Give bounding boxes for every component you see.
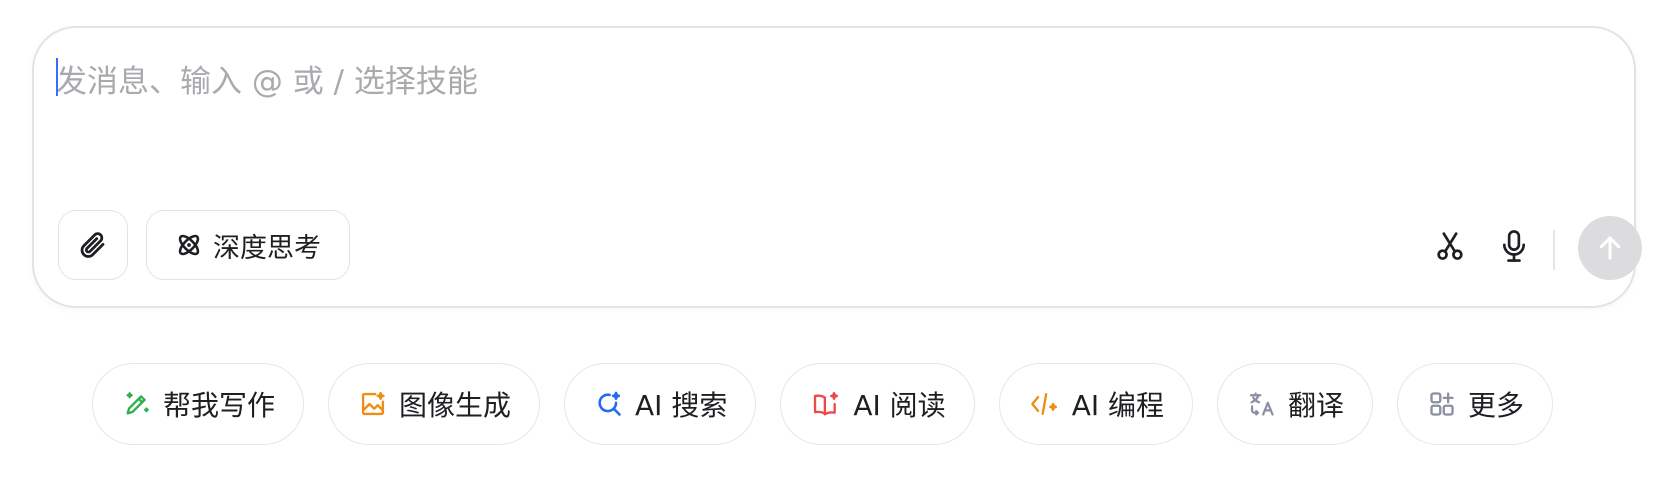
atom-icon bbox=[178, 234, 200, 256]
chip-more[interactable]: 更多 bbox=[1397, 363, 1554, 445]
chip-label: 更多 bbox=[1468, 389, 1525, 422]
skill-chips: 帮我写作 图像生成 AI 搜索 AI 阅读 AI 编程 翻译 更多 bbox=[92, 363, 1554, 445]
deep-think-label: 深度思考 bbox=[213, 232, 321, 264]
message-composer: 深度思考 bbox=[32, 26, 1642, 308]
message-input[interactable] bbox=[56, 56, 1556, 196]
grid-plus-icon bbox=[1430, 392, 1454, 416]
chip-ai-coding[interactable]: AI 编程 bbox=[998, 363, 1194, 445]
toolbar-divider bbox=[1553, 230, 1555, 270]
attach-button[interactable] bbox=[58, 210, 128, 280]
image-sparkle-icon bbox=[361, 391, 385, 416]
arrow-up-icon bbox=[1599, 236, 1621, 260]
chip-label: 翻译 bbox=[1288, 389, 1345, 422]
pen-sparkle-icon bbox=[126, 392, 149, 415]
chip-label: AI 阅读 bbox=[853, 389, 946, 422]
chip-label: 帮我写作 bbox=[163, 389, 276, 422]
microphone-icon bbox=[1502, 230, 1526, 262]
chip-label: AI 编程 bbox=[1071, 389, 1165, 422]
chip-label: AI 搜索 bbox=[635, 389, 728, 422]
chip-ai-reading[interactable]: AI 阅读 bbox=[780, 363, 975, 445]
paperclip-icon bbox=[80, 232, 105, 258]
send-button[interactable] bbox=[1578, 216, 1642, 280]
chip-help-write[interactable]: 帮我写作 bbox=[92, 363, 305, 445]
search-sparkle-icon bbox=[598, 391, 621, 416]
scissors-icon bbox=[1437, 232, 1463, 260]
translate-icon bbox=[1249, 392, 1274, 416]
chip-image-generation[interactable]: 图像生成 bbox=[328, 363, 541, 445]
book-sparkle-icon bbox=[814, 391, 839, 416]
voice-input-button[interactable] bbox=[1492, 224, 1536, 268]
chip-ai-search[interactable]: AI 搜索 bbox=[564, 363, 757, 445]
screenshot-button[interactable] bbox=[1428, 224, 1472, 268]
chip-translate[interactable]: 翻译 bbox=[1217, 363, 1374, 445]
deep-think-button[interactable]: 深度思考 bbox=[146, 210, 350, 280]
text-cursor bbox=[56, 58, 58, 96]
code-sparkle-icon bbox=[1030, 393, 1057, 415]
chip-label: 图像生成 bbox=[399, 389, 512, 422]
